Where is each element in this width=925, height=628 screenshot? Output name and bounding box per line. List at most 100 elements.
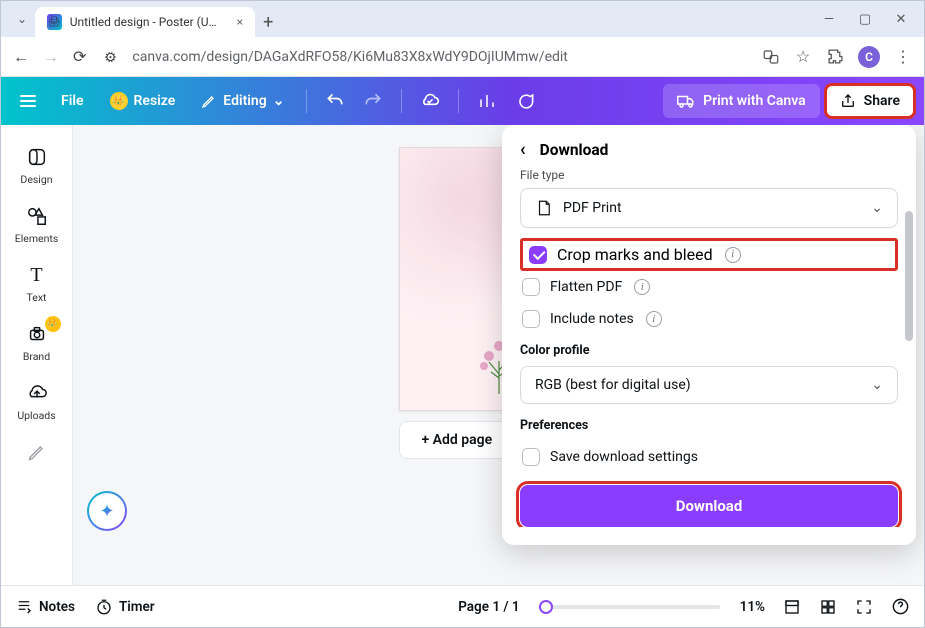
sidebar-label: Elements: [15, 232, 59, 245]
timer-label: Timer: [119, 599, 155, 615]
draw-icon: [25, 440, 49, 464]
crown-icon: 👑: [110, 92, 128, 110]
save-settings-checkbox[interactable]: [522, 448, 540, 466]
nav-back-icon[interactable]: ←: [13, 47, 29, 67]
tabs-dropdown[interactable]: ⌄: [9, 12, 35, 26]
file-type-select[interactable]: PDF Print ⌄: [520, 188, 898, 228]
panel-back-button[interactable]: ‹: [520, 139, 526, 160]
comment-icon[interactable]: [509, 85, 541, 117]
chevron-down-icon: ⌄: [871, 200, 883, 216]
profile-avatar[interactable]: C: [858, 46, 880, 68]
file-menu[interactable]: File: [51, 87, 94, 115]
zoom-percent[interactable]: 11%: [740, 599, 765, 615]
print-with-canva-button[interactable]: Print with Canva: [663, 84, 820, 118]
redo-button[interactable]: [357, 85, 389, 117]
color-profile-value: RGB (best for digital use): [535, 377, 691, 393]
include-notes-checkbox[interactable]: [522, 310, 540, 328]
info-icon[interactable]: i: [725, 247, 741, 263]
notes-icon: [15, 598, 33, 616]
sidebar-label: Design: [20, 173, 52, 186]
browser-menu-icon[interactable]: ⋮: [894, 48, 912, 66]
uploads-icon: [25, 381, 49, 405]
pencil-icon: [201, 93, 217, 109]
site-info-icon[interactable]: ⚙: [100, 48, 118, 66]
color-profile-label: Color profile: [520, 343, 898, 358]
panel-title: Download: [540, 141, 609, 159]
download-button[interactable]: Download: [520, 485, 898, 527]
canva-toolbar: File 👑 Resize Editing ⌄: [1, 77, 924, 125]
share-button[interactable]: Share: [826, 85, 914, 117]
design-icon: [25, 145, 49, 169]
chevron-down-icon: ⌄: [871, 377, 883, 393]
extensions-icon[interactable]: [826, 48, 844, 66]
print-label: Print with Canva: [703, 93, 806, 109]
resize-label: Resize: [134, 93, 176, 109]
file-type-label: File type: [520, 168, 898, 182]
divider: [306, 89, 307, 113]
zoom-slider[interactable]: [540, 605, 720, 609]
magic-tools-button[interactable]: ✦: [87, 491, 127, 531]
editing-label: Editing: [223, 93, 266, 109]
editing-menu[interactable]: Editing ⌄: [191, 87, 294, 115]
sidebar: Design Elements T Text 👑 Brand Uploads: [1, 125, 73, 585]
download-panel: ‹ Download File type PDF Print ⌄ Crop ma…: [502, 125, 916, 545]
flatten-label: Flatten PDF: [550, 279, 622, 295]
sidebar-item-text[interactable]: T Text: [5, 257, 69, 310]
preferences-label: Preferences: [520, 418, 898, 433]
text-icon: T: [25, 263, 49, 287]
nav-forward-icon[interactable]: →: [43, 47, 59, 67]
notes-label: Notes: [39, 599, 75, 615]
color-profile-select[interactable]: RGB (best for digital use) ⌄: [520, 366, 898, 404]
notes-button[interactable]: Notes: [15, 598, 75, 616]
grid-view-icon[interactable]: [819, 598, 837, 616]
fullscreen-icon[interactable]: [855, 598, 873, 616]
bookmark-icon[interactable]: ☆: [794, 48, 812, 66]
chevron-down-icon: ⌄: [273, 93, 285, 109]
sidebar-item-brand[interactable]: 👑 Brand: [5, 316, 69, 369]
share-label: Share: [864, 93, 900, 109]
bottom-bar: Notes Timer Page 1 / 1 11%: [1, 585, 924, 627]
scrollbar-thumb[interactable]: [905, 211, 913, 341]
crown-badge-icon: 👑: [45, 316, 61, 332]
tab-title: Untitled design - Poster (US) - C: [70, 15, 223, 29]
file-type-value: PDF Print: [563, 200, 622, 216]
timer-button[interactable]: Timer: [95, 598, 155, 616]
new-tab-button[interactable]: +: [263, 12, 273, 33]
url-text[interactable]: canva.com/design/DAGaXdRFO58/Ki6Mu83X8xW…: [132, 49, 748, 65]
undo-button[interactable]: [319, 85, 351, 117]
nav-reload-icon[interactable]: ⟳: [73, 47, 86, 66]
truck-icon: [677, 92, 695, 110]
canva-favicon: 🖨: [47, 14, 62, 30]
sidebar-item-design[interactable]: Design: [5, 139, 69, 192]
zoom-thumb[interactable]: [539, 600, 553, 614]
resize-button[interactable]: 👑 Resize: [100, 86, 186, 116]
crop-bleed-checkbox[interactable]: [529, 246, 547, 264]
translate-icon[interactable]: [762, 48, 780, 66]
sidebar-item-uploads[interactable]: Uploads: [5, 375, 69, 428]
window-maximize-icon[interactable]: ▢: [858, 12, 872, 27]
pdf-icon: [535, 199, 553, 217]
analytics-icon[interactable]: [471, 85, 503, 117]
sidebar-label: Uploads: [17, 409, 55, 422]
info-icon[interactable]: i: [634, 279, 650, 295]
panel-scrollbar[interactable]: [901, 171, 913, 531]
divider: [458, 89, 459, 113]
save-settings-label: Save download settings: [550, 449, 698, 465]
close-tab-icon[interactable]: ×: [237, 15, 243, 29]
info-icon[interactable]: i: [646, 311, 662, 327]
crop-bleed-label: Crop marks and bleed: [557, 245, 713, 264]
window-close-icon[interactable]: ✕: [894, 12, 908, 27]
flatten-pdf-checkbox[interactable]: [522, 278, 540, 296]
menu-button[interactable]: [11, 84, 45, 118]
browser-titlebar: ⌄ 🖨 Untitled design - Poster (US) - C × …: [1, 1, 924, 37]
sidebar-item-elements[interactable]: Elements: [5, 198, 69, 251]
share-icon: [840, 93, 856, 109]
help-icon[interactable]: [891, 597, 910, 616]
page-view-icon[interactable]: [783, 598, 801, 616]
window-minimize-icon[interactable]: —: [822, 12, 836, 27]
add-page-button[interactable]: + Add page: [399, 421, 516, 459]
sidebar-item-draw[interactable]: [5, 434, 69, 470]
cloud-sync-icon[interactable]: [414, 85, 446, 117]
browser-tab[interactable]: 🖨 Untitled design - Poster (US) - C ×: [35, 7, 255, 37]
page-indicator[interactable]: Page 1 / 1: [458, 599, 519, 615]
